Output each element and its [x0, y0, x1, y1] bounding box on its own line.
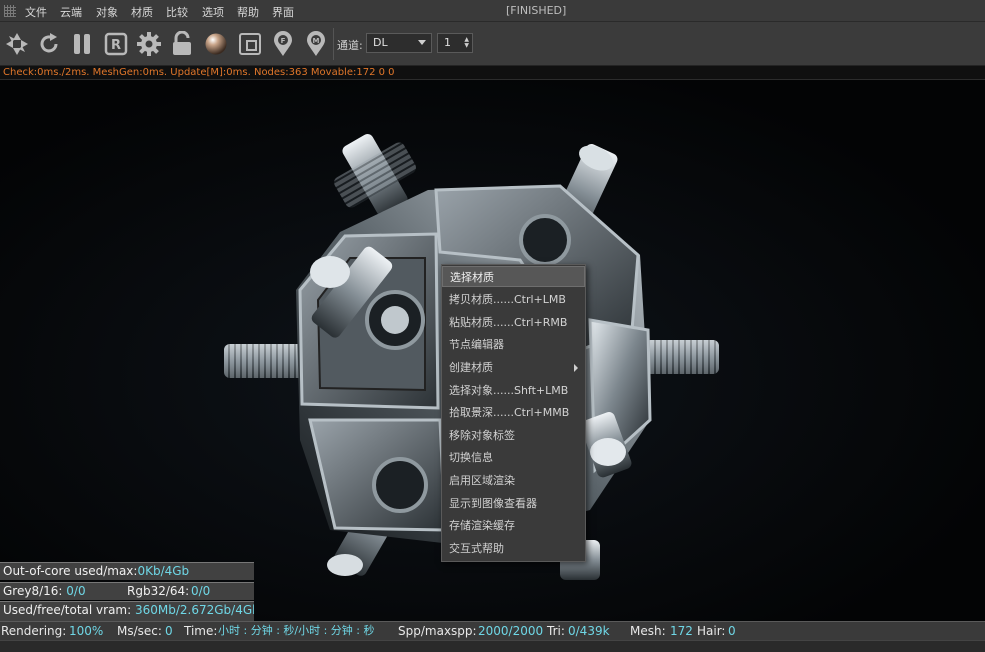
mesh-value: 172 — [670, 624, 693, 638]
menu-cloud[interactable]: 云端 — [60, 4, 82, 20]
context-menu: 选择材质 拷贝材质......Ctrl+LMB 粘贴材质......Ctrl+R… — [441, 264, 586, 562]
svg-text:M: M — [313, 37, 320, 45]
stat-value: 0/0 — [66, 584, 86, 598]
svg-text:R: R — [111, 38, 121, 53]
ctx-item-label: 选择材质 — [450, 271, 494, 284]
stat-value: 360Mb/2.672Gb/4Gb — [134, 603, 254, 617]
stat-label: Used/free/total vram: — [3, 603, 132, 617]
svg-text:F: F — [281, 37, 286, 45]
focus-pick-icon[interactable]: F — [269, 30, 297, 58]
hair-label: Hair: — [697, 624, 726, 638]
menu-material[interactable]: 材质 — [131, 4, 153, 20]
menu-bar: 文件 云端 对象 材质 比较 选项 帮助 界面 [FINISHED] — [0, 0, 985, 22]
camera-aperture-icon[interactable] — [3, 30, 31, 58]
rendering-value: 100% — [69, 624, 104, 638]
spinner-value: 1 — [444, 36, 451, 49]
menu-file[interactable]: 文件 — [25, 4, 47, 20]
material-pick-icon[interactable]: M — [302, 30, 330, 58]
ctx-item-label: 显示到图像查看器 — [449, 497, 537, 510]
settings-gear-icon[interactable] — [135, 30, 163, 58]
render-status: [FINISHED] — [506, 4, 567, 17]
ctx-interactive-help[interactable]: 交互式帮助 — [442, 538, 585, 559]
mssec-value: 0 — [165, 624, 173, 638]
tri-value: 0/439k — [568, 624, 610, 638]
spp-value: 2000/2000 — [478, 624, 544, 638]
spinner-arrows-icon[interactable]: ▲ ▼ — [464, 37, 469, 49]
status-bar: Rendering: 100% Ms/sec: 0 Time: 小时 : 分钟 … — [0, 621, 985, 640]
toolbar: R F M 通道: DL 1 ▲ ▼ — [0, 22, 985, 66]
window-bottom-edge — [0, 640, 985, 652]
menu-compare[interactable]: 比较 — [166, 4, 188, 20]
ctx-item-label: 存储渲染缓存 — [449, 519, 515, 532]
spp-label: Spp/maxspp: — [398, 624, 477, 638]
pause-icon[interactable] — [68, 30, 96, 58]
stat-value: 0Kb/4Gb — [137, 564, 190, 578]
rendering-label: Rendering: — [1, 624, 67, 638]
menu-help[interactable]: 帮助 — [237, 4, 259, 20]
chevron-right-icon — [574, 364, 578, 372]
ctx-toggle-info[interactable]: 切换信息 — [442, 447, 585, 468]
window-grip-icon[interactable] — [4, 5, 16, 17]
ctx-item-label: 切换信息 — [449, 451, 493, 464]
ctx-item-label: 创建材质 — [449, 361, 493, 374]
ctx-item-label: 启用区域渲染 — [449, 474, 515, 487]
render-info-line: Check:0ms./2ms. MeshGen:0ms. Update[M]:0… — [0, 66, 985, 80]
material-ball-icon[interactable] — [202, 30, 230, 58]
reload-icon[interactable] — [35, 30, 63, 58]
channel-label: 通道: — [337, 39, 363, 52]
channel-select-value: DL — [373, 36, 388, 49]
texture-count-stat: Grey8/16: 0/0 Rgb32/64: 0/0 — [0, 582, 254, 600]
out-of-core-stat: Out-of-core used/max:0Kb/4Gb — [0, 562, 254, 580]
vram-stat: Used/free/total vram: 360Mb/2.672Gb/4Gb — [0, 601, 254, 621]
ctx-select-object[interactable]: 选择对象......Shft+LMB — [442, 380, 585, 401]
mssec-label: Ms/sec: — [117, 624, 162, 638]
ctx-item-label: 粘贴材质......Ctrl+RMB — [449, 316, 568, 329]
ctx-store-render-cache[interactable]: 存储渲染缓存 — [442, 515, 585, 536]
tri-label: Tri: — [547, 624, 565, 638]
menu-options[interactable]: 选项 — [202, 4, 224, 20]
ctx-node-editor[interactable]: 节点编辑器 — [442, 334, 585, 355]
ctx-item-label: 移除对象标签 — [449, 429, 515, 442]
ctx-create-material[interactable]: 创建材质 — [442, 357, 585, 378]
chevron-down-icon — [418, 40, 426, 45]
ctx-show-in-picture-viewer[interactable]: 显示到图像查看器 — [442, 493, 585, 514]
time-value: 小时 : 分钟 : 秒/小时 : 分钟 : 秒 — [218, 624, 375, 637]
ctx-copy-material[interactable]: 拷贝材质......Ctrl+LMB — [442, 289, 585, 310]
ctx-item-label: 交互式帮助 — [449, 542, 504, 555]
stat-label: Rgb32/64: — [127, 584, 190, 598]
hair-value: 0 — [728, 624, 736, 638]
render-r-icon[interactable]: R — [102, 30, 130, 58]
ctx-item-label: 拷贝材质......Ctrl+LMB — [449, 293, 566, 306]
channel-select[interactable]: DL — [366, 33, 432, 53]
menu-object[interactable]: 对象 — [96, 4, 118, 20]
region-render-icon[interactable] — [236, 30, 264, 58]
ctx-enable-region-render[interactable]: 启用区域渲染 — [442, 470, 585, 491]
ctx-item-label: 选择对象......Shft+LMB — [449, 384, 569, 397]
ctx-item-label: 节点编辑器 — [449, 338, 504, 351]
channel-index-spinner[interactable]: 1 ▲ ▼ — [437, 33, 473, 53]
ctx-select-material[interactable]: 选择材质 — [442, 266, 585, 287]
stat-value: 0/0 — [191, 584, 211, 598]
ctx-remove-object-tag[interactable]: 移除对象标签 — [442, 425, 585, 446]
time-label: Time: — [184, 624, 218, 638]
toolbar-separator — [333, 28, 334, 60]
ctx-pick-focus[interactable]: 拾取景深......Ctrl+MMB — [442, 402, 585, 423]
mesh-label: Mesh: — [630, 624, 666, 638]
menu-interface[interactable]: 界面 — [272, 4, 294, 20]
stat-label: Grey8/16: — [3, 584, 63, 598]
ctx-paste-material[interactable]: 粘贴材质......Ctrl+RMB — [442, 312, 585, 333]
lock-icon[interactable] — [168, 30, 196, 58]
ctx-item-label: 拾取景深......Ctrl+MMB — [449, 406, 570, 419]
stat-label: Out-of-core used/max: — [3, 564, 138, 578]
